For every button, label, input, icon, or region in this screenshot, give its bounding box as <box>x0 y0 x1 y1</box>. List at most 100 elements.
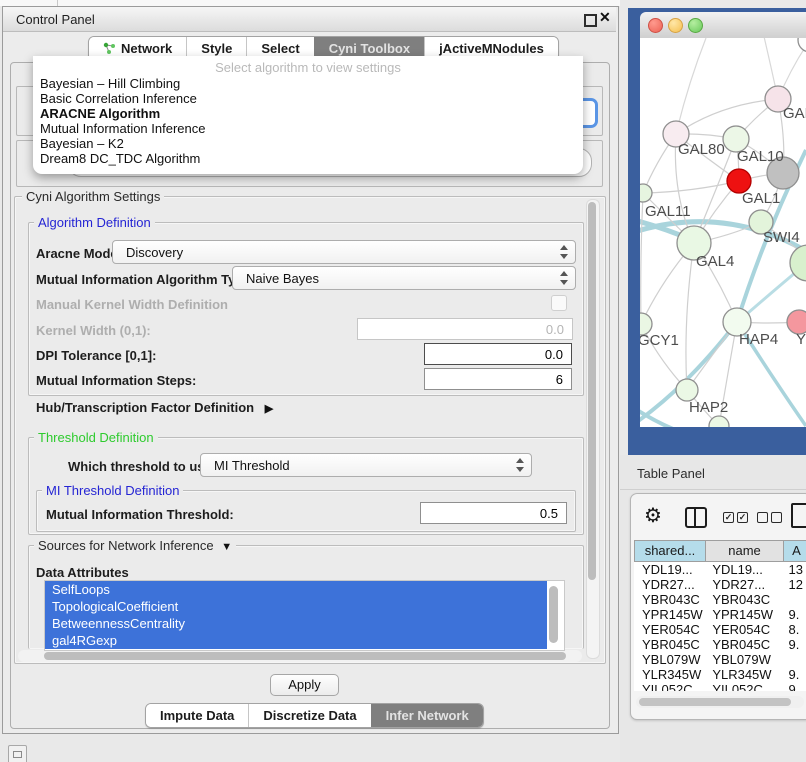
column-header[interactable]: shared... <box>634 540 706 562</box>
aracne-mode-combobox[interactable]: Discovery <box>112 240 576 264</box>
network-edge[interactable] <box>641 193 643 324</box>
which-threshold-combobox[interactable]: MI Threshold <box>200 453 532 477</box>
table-header-row: shared...nameA <box>634 540 806 562</box>
data-attributes-list[interactable]: SelfLoopsTopologicalCoefficientBetweenne… <box>44 580 565 651</box>
table-horizontal-scrollbar[interactable] <box>636 696 804 708</box>
tab-label: jActiveMNodules <box>439 41 544 56</box>
algorithm-option[interactable]: Dream8 DC_TDC Algorithm <box>40 151 576 166</box>
table-cell: 12 <box>780 577 806 592</box>
table-panel-title: Table Panel <box>637 466 705 481</box>
divider <box>620 489 806 490</box>
network-node-hap2[interactable] <box>676 379 698 401</box>
cyni-bottom-tabbar: Impute Data Discretize Data Infer Network <box>145 703 484 728</box>
tab-label: Select <box>261 41 299 56</box>
network-edge[interactable] <box>686 243 694 390</box>
node-label: SWI4 <box>763 229 800 246</box>
table-cell: YBL079W <box>704 652 780 667</box>
mi-threshold-field[interactable]: 0.5 <box>420 502 567 524</box>
manual-kernel-width-checkbox[interactable] <box>551 295 567 311</box>
attribute-item-selected[interactable]: TopologicalCoefficient <box>45 598 547 615</box>
attributes-list-scrollbar[interactable] <box>549 586 558 643</box>
algorithm-dropdown-list: Bayesian – Hill ClimbingBasic Correlatio… <box>40 76 576 166</box>
hub-definition-toggle[interactable]: Hub/Transcription Factor Definition ▶ <box>36 400 273 415</box>
mi-threshold-label: Mutual Information Threshold: <box>46 507 234 522</box>
table-cell: YBR045C <box>704 637 780 652</box>
table-cell: YDR27... <box>634 577 704 592</box>
algorithm-option[interactable]: ARACNE Algorithm <box>40 106 576 121</box>
algorithm-option[interactable]: Bayesian – Hill Climbing <box>40 76 576 91</box>
dpi-tolerance-field[interactable]: 0.0 <box>424 343 572 365</box>
network-node[interactable] <box>709 416 729 427</box>
algorithm-option[interactable]: Mutual Information Inference <box>40 121 576 136</box>
close-traffic-icon[interactable] <box>648 18 663 33</box>
data-attributes-label: Data Attributes <box>36 565 129 580</box>
table-cell: YDL19... <box>634 562 704 577</box>
kernel-width-label: Kernel Width (0,1): <box>36 323 151 338</box>
settings-vertical-scrollbar[interactable] <box>586 199 600 659</box>
network-edge[interactable] <box>643 181 739 193</box>
apply-button[interactable]: Apply <box>270 674 339 696</box>
restore-panel-icon[interactable] <box>8 745 27 762</box>
network-node-gal11[interactable] <box>640 184 652 202</box>
algorithm-option[interactable]: Bayesian – K2 <box>40 136 576 151</box>
table-row[interactable]: YBR045CYBR045C9. <box>634 637 806 652</box>
attribute-item-selected[interactable]: SelfLoops <box>45 581 547 598</box>
table-row[interactable]: YDR27...YDR27...12 <box>634 577 806 592</box>
select-all-checkbox-icon[interactable]: ✓ <box>737 512 748 523</box>
bottom-tab-infer-network[interactable]: Infer Network <box>371 704 483 727</box>
column-header[interactable]: name <box>706 540 784 562</box>
mi-steps-field[interactable]: 6 <box>424 368 572 390</box>
node-label: GAL80 <box>678 141 725 158</box>
table-cell: 9 <box>780 682 806 691</box>
minimize-traffic-icon[interactable] <box>668 18 683 33</box>
select-all-checkbox-icon[interactable]: ✓ <box>723 512 734 523</box>
table-cell: YDR27... <box>704 577 780 592</box>
table-cell: YER054C <box>704 622 780 637</box>
screenshot-root: Control Panel ✕ galFiltered.sif default … <box>0 0 806 762</box>
mi-algorithm-type-combobox[interactable]: Naive Bayes <box>232 266 576 290</box>
table-cell: 13 <box>780 562 806 577</box>
kernel-width-field[interactable]: 0.0 <box>357 318 573 340</box>
table-cell: YBL079W <box>634 652 704 667</box>
algorithm-definition-legend: Algorithm Definition <box>34 215 155 230</box>
bottom-tab-discretize-data[interactable]: Discretize Data <box>248 704 370 727</box>
table-cell: YDL19... <box>704 562 780 577</box>
network-node[interactable] <box>798 38 806 52</box>
close-icon[interactable]: ✕ <box>599 9 611 26</box>
table-cell: YLR345W <box>704 667 780 682</box>
gear-icon[interactable]: ⚙ <box>644 503 662 528</box>
table-cell: YIL052C <box>634 682 704 691</box>
table-cell: YIL052C <box>704 682 780 691</box>
float-window-icon[interactable] <box>584 14 597 27</box>
deselect-all-checkbox-icon[interactable] <box>771 512 782 523</box>
network-window-titlebar[interactable] <box>640 12 806 39</box>
column-header[interactable]: A <box>784 540 806 562</box>
table-row[interactable]: YBL079WYBL079W <box>634 652 806 667</box>
table-row[interactable]: YDL19...YDL19...13 <box>634 562 806 577</box>
network-graph-icon <box>103 42 116 55</box>
table-row[interactable]: YLR345WYLR345W9. <box>634 667 806 682</box>
deselect-all-checkbox-icon[interactable] <box>757 512 768 523</box>
table-row[interactable]: YBR043CYBR043C <box>634 592 806 607</box>
zoom-traffic-icon[interactable] <box>688 18 703 33</box>
column-layout-icon[interactable] <box>685 507 707 528</box>
table-row[interactable]: YER054CYER054C8. <box>634 622 806 637</box>
node-label: GCY1 <box>640 332 679 349</box>
algorithm-option[interactable]: Basic Correlation Inference <box>40 91 576 106</box>
tab-label: Discretize Data <box>263 708 356 723</box>
table-row[interactable]: YIL052CYIL052C9 <box>634 682 806 691</box>
attribute-item-selected[interactable]: gal4RGexp <box>45 632 547 649</box>
table-row[interactable]: YPR145WYPR145W9. <box>634 607 806 622</box>
export-table-icon[interactable] <box>791 503 806 528</box>
manual-kernel-width-label: Manual Kernel Width Definition <box>36 297 228 312</box>
table-cell: YBR045C <box>634 637 704 652</box>
table-cell: YBR043C <box>704 592 780 607</box>
attribute-item-selected[interactable]: BetweennessCentrality <box>45 615 547 632</box>
bottom-tab-impute-data[interactable]: Impute Data <box>146 704 248 727</box>
network-canvas[interactable]: GALGAL80GAL10GAL1GAL11SWI4GAL4HAP4YGCY1H… <box>640 38 806 427</box>
tab-label: Infer Network <box>386 708 469 723</box>
cyni-algorithm-settings-legend: Cyni Algorithm Settings <box>22 189 164 204</box>
sources-legend[interactable]: Sources for Network Inference ▼ <box>34 538 236 553</box>
dpi-tolerance-label: DPI Tolerance [0,1]: <box>36 348 156 363</box>
settings-horizontal-scrollbar[interactable] <box>18 650 582 662</box>
